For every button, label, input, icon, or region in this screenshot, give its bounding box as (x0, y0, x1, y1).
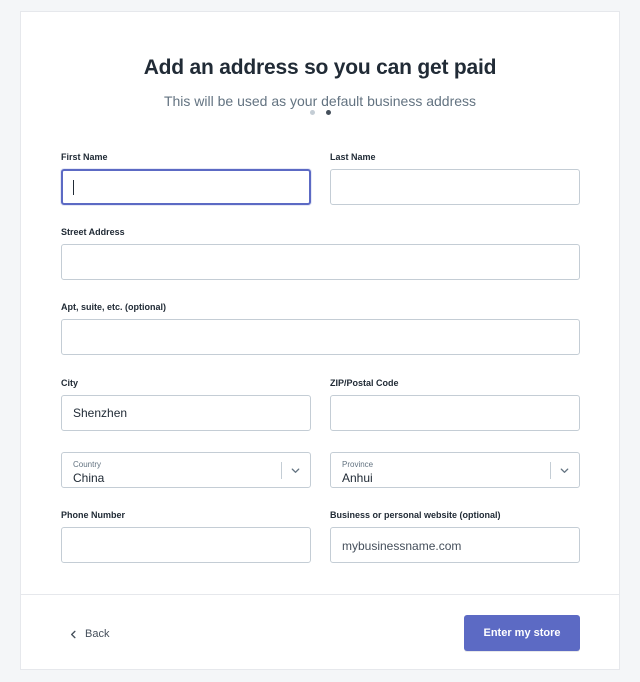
step-dot-2-active (326, 110, 331, 115)
country-select-label: Country (73, 460, 102, 469)
zip-field[interactable] (330, 395, 580, 431)
province-select-value: Anhui (342, 471, 373, 485)
website-label: Business or personal website (optional) (330, 510, 501, 520)
footer-divider (21, 594, 619, 595)
first-name-label: First Name (61, 152, 108, 162)
city-label: City (61, 378, 79, 388)
select-divider (281, 462, 282, 479)
back-label: Back (85, 628, 110, 640)
zip-label: ZIP/Postal Code (330, 378, 399, 388)
first-name-field[interactable] (61, 169, 311, 205)
website-field[interactable]: mybusinessname.com (330, 527, 580, 563)
last-name-field[interactable] (330, 169, 580, 205)
text-cursor (73, 180, 74, 195)
province-select-label: Province (342, 460, 374, 469)
address-card: Add an address so you can get paid This … (20, 11, 620, 670)
chevron-left-icon (71, 630, 76, 638)
street-address-label: Street Address (61, 227, 125, 237)
chevron-down-icon (291, 468, 300, 473)
enter-my-store-button[interactable]: Enter my store (464, 615, 580, 651)
page-subtitle: This will be used as your default busine… (163, 93, 477, 109)
page-title: Add an address so you can get paid (143, 56, 497, 79)
phone-label: Phone Number (61, 510, 126, 520)
phone-field[interactable] (61, 527, 311, 563)
street-address-field[interactable] (61, 244, 580, 280)
last-name-label: Last Name (330, 152, 376, 162)
country-select[interactable]: Country China (61, 452, 311, 488)
apt-field[interactable] (61, 319, 580, 355)
select-divider (550, 462, 551, 479)
back-button[interactable]: Back (69, 627, 109, 641)
step-dot-1 (310, 110, 315, 115)
apt-label: Apt, suite, etc. (optional) (61, 302, 166, 312)
city-value: Shenzhen (73, 406, 128, 420)
city-field[interactable]: Shenzhen (61, 395, 311, 431)
website-placeholder: mybusinessname.com (342, 539, 462, 553)
province-select[interactable]: Province Anhui (330, 452, 580, 488)
country-select-value: China (73, 471, 105, 485)
chevron-down-icon (560, 468, 569, 473)
